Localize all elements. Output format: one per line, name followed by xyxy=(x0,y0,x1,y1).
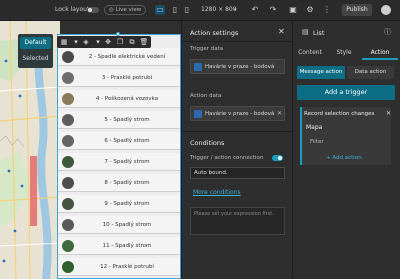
list-item[interactable]: 2 - Spadlé elektrické vedení xyxy=(58,48,180,66)
panel-title: List xyxy=(313,29,325,37)
layer-icon xyxy=(194,63,202,71)
action-data-value: Havárie v praze - bodová ... xyxy=(205,111,274,117)
list-item-thumbnail xyxy=(62,177,74,189)
live-view-button[interactable]: ◎ Live view xyxy=(104,5,147,15)
user-avatar[interactable] xyxy=(381,5,391,15)
publish-button[interactable]: Publish xyxy=(342,4,372,16)
list-item-label: 7 - Spadlý strom xyxy=(104,159,150,165)
remove-icon[interactable]: ✕ xyxy=(277,110,282,118)
action-data-label: Action data xyxy=(190,93,222,99)
list-item[interactable]: 9 - Spadlý strom xyxy=(58,195,180,213)
align-icon[interactable]: ✥ xyxy=(103,37,113,47)
duplicate-icon[interactable]: ❐ xyxy=(115,37,125,47)
expression-field[interactable]: Please set your expression first. xyxy=(190,207,285,235)
action-target-label[interactable]: Mapa xyxy=(306,124,322,132)
grid-layout-icon[interactable]: ▦ xyxy=(59,37,69,47)
list-item-thumbnail xyxy=(62,261,74,273)
more-options-icon[interactable]: ⋮ xyxy=(322,5,332,15)
action-settings-panel: Action settings ✕ Trigger data Havárie v… xyxy=(181,21,291,279)
divider xyxy=(182,41,291,42)
action-filter-label[interactable]: Filter xyxy=(310,138,324,146)
list-item-label: 5 - Spadlý strom xyxy=(104,117,150,123)
list-item-label: 4 - Poškozená vozovka xyxy=(95,96,159,102)
conditions-heading: Conditions xyxy=(190,139,225,147)
style-icon[interactable]: ◈ xyxy=(81,37,91,47)
list-item[interactable]: 6 - Spadlý strom xyxy=(58,132,180,150)
add-trigger-button[interactable]: Add a trigger xyxy=(297,85,395,100)
close-icon[interactable]: ✕ xyxy=(386,110,391,118)
list-item-label: 6 - Spadlý strom xyxy=(104,138,150,144)
trigger-data-label: Trigger data xyxy=(190,46,224,52)
list-item[interactable]: 10 - Spadlý strom xyxy=(58,216,180,234)
list-item-thumbnail xyxy=(62,93,74,105)
app-root: Lock layout ◎ Live view ▭ ▯ ▯ 1280 × 800… xyxy=(0,0,400,279)
chevron-down-icon[interactable]: ▾ xyxy=(93,37,103,47)
more-conditions-link[interactable]: More conditions xyxy=(193,189,241,197)
list-item[interactable]: 11 - Spadlý strom xyxy=(58,237,180,255)
mobile-device-icon[interactable]: ▯ xyxy=(182,5,192,15)
list-item-label: 8 - Spadlý strom xyxy=(104,180,150,186)
list-widget-toolbar: ▦ ▾ ◈ ▾ ✥ ❐ ⧉ 🗑 xyxy=(57,36,151,48)
auto-bound-field[interactable]: Auto bound. xyxy=(190,167,285,179)
list-item-thumbnail xyxy=(62,240,74,252)
list-item-label: 10 - Spadlý strom xyxy=(102,222,152,228)
top-toolbar: Lock layout ◎ Live view ▭ ▯ ▯ 1280 × 800… xyxy=(0,0,400,21)
list-item-thumbnail xyxy=(62,51,74,63)
state-default-button[interactable]: Default xyxy=(20,37,51,49)
list-item[interactable]: 5 - Spadlý strom xyxy=(58,111,180,129)
list-item-label: 3 - Prasklé potrubí xyxy=(101,75,153,81)
trigger-card-title: Record selection changes xyxy=(304,111,375,117)
tab-action[interactable]: Action xyxy=(362,45,398,60)
action-settings-title: Action settings xyxy=(190,29,239,37)
connection-label: Trigger / action connection xyxy=(190,155,264,161)
trigger-data-value: Havárie v praze - bodová ... xyxy=(205,64,274,70)
undo-icon[interactable]: ↶ xyxy=(250,5,260,15)
list-item-thumbnail xyxy=(62,114,74,126)
layer-icon xyxy=(194,110,202,118)
action-data-field[interactable]: Havárie v praze - bodová ... ✕ xyxy=(190,106,285,121)
list-item[interactable]: 3 - Prasklé potrubí xyxy=(58,69,180,87)
list-widget-icon: ▤ xyxy=(302,28,309,36)
settings-gear-icon[interactable]: ⚙ xyxy=(305,5,315,15)
redo-icon[interactable]: ↷ xyxy=(268,5,278,15)
tab-style[interactable]: Style xyxy=(328,45,360,60)
tab-content[interactable]: Content xyxy=(294,45,326,60)
list-item-label: 2 - Spadlé elektrické vedení xyxy=(88,54,166,60)
help-icon[interactable]: ⓘ xyxy=(384,28,391,36)
list-item-label: 9 - Spadlý strom xyxy=(104,201,150,207)
chevron-down-icon[interactable]: ▾ xyxy=(71,37,81,47)
list-item[interactable]: 8 - Spadlý strom xyxy=(58,174,180,192)
list-item-thumbnail xyxy=(62,198,74,210)
delete-icon[interactable]: 🗑 xyxy=(139,37,149,47)
list-item[interactable]: 7 - Spadlý strom xyxy=(58,153,180,171)
copy-icon[interactable]: ⧉ xyxy=(127,37,137,47)
widget-state-menu: Default Selected xyxy=(18,34,53,68)
save-icon[interactable]: ▣ xyxy=(288,5,298,15)
tablet-device-icon[interactable]: ▯ xyxy=(170,5,180,15)
lock-layout-toggle[interactable] xyxy=(87,7,99,13)
state-selected-button[interactable]: Selected xyxy=(20,53,51,65)
lock-layout-label: Lock layout xyxy=(55,6,90,13)
add-action-link[interactable]: + Add action xyxy=(326,154,362,162)
list-item-thumbnail xyxy=(62,219,74,231)
list-item-thumbnail xyxy=(62,135,74,147)
list-item[interactable]: 4 - Poškozená vozovka xyxy=(58,90,180,108)
connection-toggle[interactable] xyxy=(272,155,283,161)
list-item[interactable]: 12 - Prasklé potrubí xyxy=(58,258,180,276)
data-action-tab[interactable]: Data action xyxy=(347,66,394,79)
live-view-label: Live view xyxy=(115,7,142,13)
chevron-down-icon[interactable]: ▾ xyxy=(234,6,237,14)
message-action-tab[interactable]: Message action xyxy=(297,66,345,79)
list-item-label: 11 - Spadlý strom xyxy=(102,243,152,249)
desktop-device-icon[interactable]: ▭ xyxy=(155,5,165,15)
list-item-thumbnail xyxy=(62,156,74,168)
close-icon[interactable]: ✕ xyxy=(278,28,285,36)
divider xyxy=(182,131,291,132)
list-widget[interactable]: 2 - Spadlé elektrické vedení 3 - Prasklé … xyxy=(57,34,181,279)
resolution-selector[interactable]: 1280 × 800 xyxy=(201,6,237,14)
list-item-thumbnail xyxy=(62,72,74,84)
list-item-label: 12 - Prasklé potrubí xyxy=(100,264,154,270)
trigger-data-field[interactable]: Havárie v praze - bodová ... xyxy=(190,59,285,74)
